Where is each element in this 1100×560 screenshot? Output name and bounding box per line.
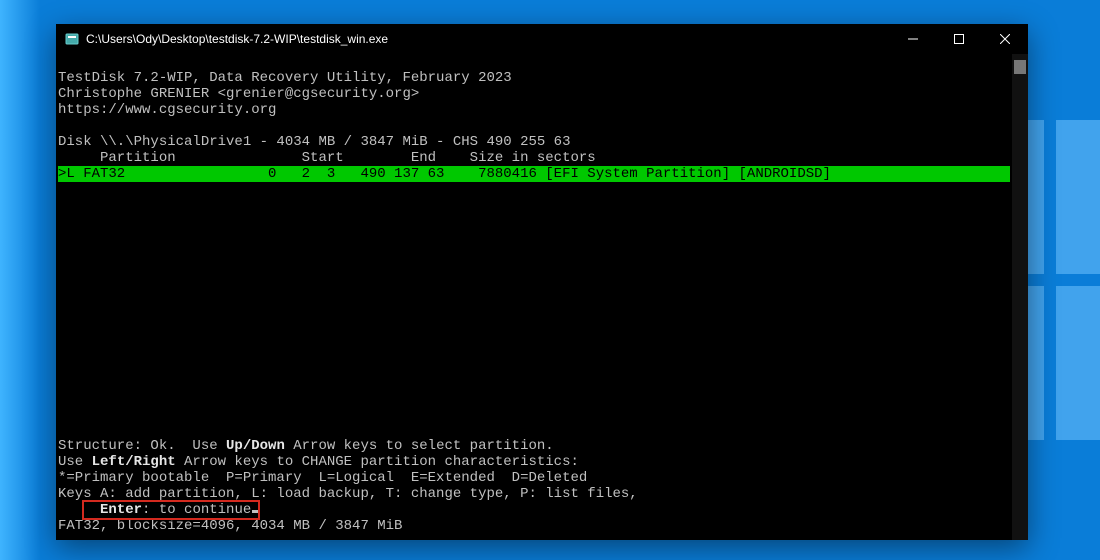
legend-line: *=Primary bootable P=Primary L=Logical E…	[58, 470, 587, 486]
disk-line: Disk \\.\PhysicalDrive1 - 4034 MB / 3847…	[58, 134, 570, 150]
titlebar[interactable]: C:\Users\Ody\Desktop\testdisk-7.2-WIP\te…	[56, 24, 1028, 54]
maximize-button[interactable]	[936, 24, 982, 54]
desktop-light-edge	[0, 0, 40, 560]
header-line-2: Christophe GRENIER <grenier@cgsecurity.o…	[58, 86, 419, 102]
app-icon	[64, 31, 80, 47]
fsinfo-line: FAT32, blocksize=4096, 4034 MB / 3847 Mi…	[58, 518, 402, 534]
console-area: TestDisk 7.2-WIP, Data Recovery Utility,…	[56, 54, 1028, 540]
close-button[interactable]	[982, 24, 1028, 54]
window-title: C:\Users\Ody\Desktop\testdisk-7.2-WIP\te…	[86, 32, 890, 46]
console-window: C:\Users\Ody\Desktop\testdisk-7.2-WIP\te…	[56, 24, 1028, 540]
partition-row-selected[interactable]: >L FAT32 0 2 3 490 137 63 7880416 [EFI S…	[58, 166, 1010, 182]
leftright-hint: Left/Right	[92, 454, 176, 470]
updown-hint: Up/Down	[226, 438, 285, 454]
window-buttons	[890, 24, 1028, 54]
header-line-3: https://www.cgsecurity.org	[58, 102, 276, 118]
use-line: Use Left/Right Arrow keys to CHANGE part…	[58, 454, 579, 470]
keys-line: Keys A: add partition, L: load backup, T…	[58, 486, 638, 502]
minimize-button[interactable]	[890, 24, 936, 54]
cursor	[252, 510, 260, 513]
enter-hint: Enter	[100, 502, 142, 518]
enter-line: Enter: to continue	[58, 502, 260, 518]
scrollbar-thumb[interactable]	[1014, 60, 1026, 74]
partition-table-header: Partition Start End Size in sectors	[58, 150, 596, 166]
header-line-1: TestDisk 7.2-WIP, Data Recovery Utility,…	[58, 70, 512, 86]
scrollbar[interactable]	[1012, 54, 1028, 540]
console-output[interactable]: TestDisk 7.2-WIP, Data Recovery Utility,…	[56, 54, 1012, 540]
structure-line: Structure: Ok. Use Up/Down Arrow keys to…	[58, 438, 554, 454]
